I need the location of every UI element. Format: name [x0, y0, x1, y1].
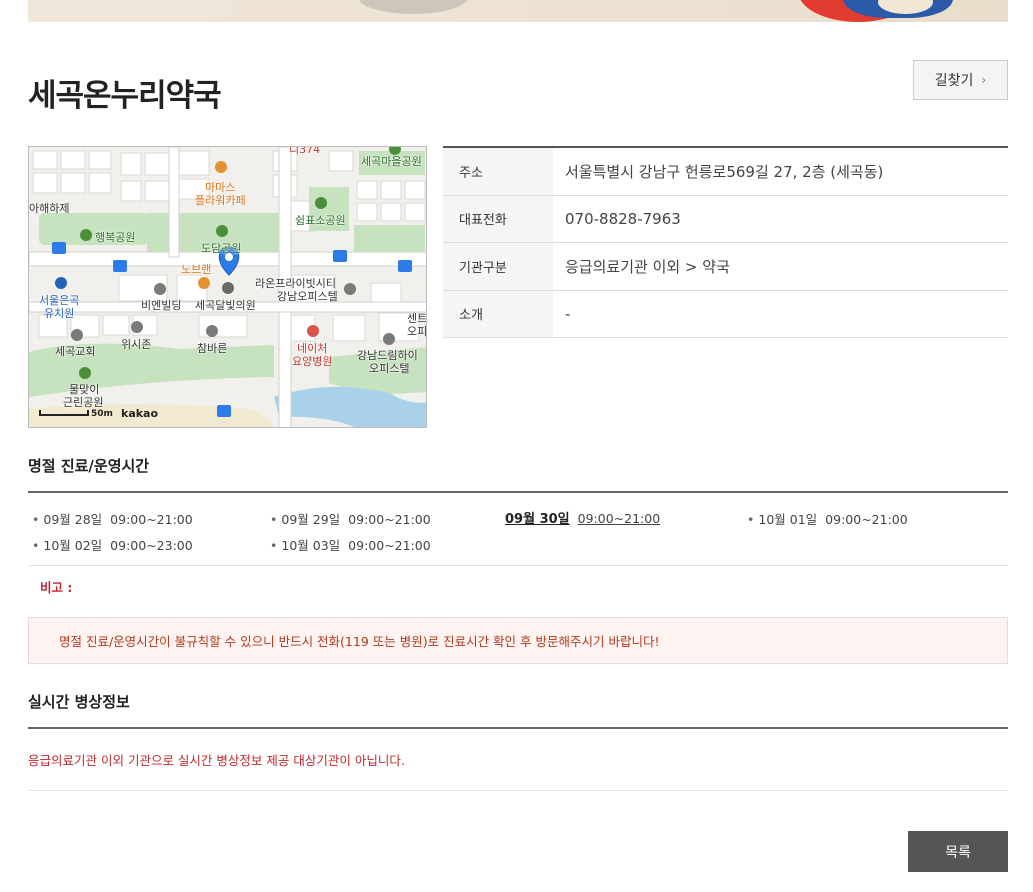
pharmacy-info-table: 주소 서울특별시 강남구 헌릉로569길 27, 2층 (세곡동) 대표전화 0…: [443, 146, 1008, 338]
info-label: 기관구분: [443, 243, 553, 290]
hours-time: 09:00~23:00: [110, 538, 193, 553]
hours-item-today: 09월 30일 09:00~21:00: [505, 508, 660, 527]
map-label: 세곡달빛의원: [195, 299, 256, 312]
hours-item: • 10월 02일 09:00~23:00: [32, 535, 193, 554]
map-label: 요양병원: [292, 355, 333, 368]
map-label: 쉼표소공원: [295, 214, 346, 227]
location-map[interactable]: 디374 세곡마을공원 마마스 플라워카페 아해하제 쉼표소공원 행복공원 도담…: [28, 146, 427, 428]
hours-date: 10월 03일: [281, 538, 341, 553]
map-label: 참바른: [197, 342, 228, 355]
holiday-notice: 명절 진료/운영시간이 불규칙할 수 있으니 반드시 전화(119 또는 병원)…: [28, 617, 1008, 664]
hours-item: • 10월 03일 09:00~21:00: [270, 535, 431, 554]
route-button-label: 길찾기: [934, 73, 974, 89]
top-banner-image: [28, 0, 1008, 22]
hours-date: 09월 30일: [505, 512, 570, 527]
map-scale-bar: [39, 410, 89, 416]
page-title: 세곡온누리약국: [28, 78, 222, 114]
hours-time: 09:00~21:00: [348, 538, 431, 553]
info-row-category: 기관구분 응급의료기관 이외 > 약국: [443, 243, 1008, 291]
hours-item: • 10월 01일 09:00~21:00: [747, 509, 908, 528]
phone-value: 070-8828-7963: [565, 209, 681, 228]
hours-date: 09월 29일: [281, 512, 341, 527]
hours-date: 10월 02일: [43, 538, 103, 553]
bullet-icon: •: [270, 512, 278, 527]
map-label: 근린공원: [63, 396, 104, 409]
list-button[interactable]: 목록: [908, 831, 1008, 872]
map-label: 행복공원: [95, 231, 136, 244]
hours-item: • 09월 28일 09:00~21:00: [32, 509, 193, 528]
row-divider: [28, 565, 1008, 566]
map-label: 아해하제: [29, 202, 70, 215]
hours-date: 09월 28일: [43, 512, 103, 527]
map-label: 세곡마을공원: [361, 155, 422, 168]
category-value: 응급의료기관 이외 > 약국: [565, 257, 730, 276]
bullet-icon: •: [32, 512, 40, 527]
bed-info-message: 응급의료기관 이외 기관으로 실시간 병상정보 제공 대상기관이 아닙니다.: [28, 753, 405, 768]
section-divider: [28, 727, 1008, 729]
row-divider: [28, 790, 1008, 791]
notice-text: 명절 진료/운영시간이 불규칙할 수 있으니 반드시 전화(119 또는 병원)…: [59, 634, 660, 649]
info-row-address: 주소 서울특별시 강남구 헌릉로569길 27, 2층 (세곡동): [443, 148, 1008, 196]
intro-value: -: [565, 304, 571, 323]
hours-item: • 09월 29일 09:00~21:00: [270, 509, 431, 528]
bullet-icon: •: [747, 512, 755, 527]
hours-time: 09:00~21:00: [825, 512, 908, 527]
map-label: 플라워카페: [195, 194, 246, 207]
note-label: 비고 :: [40, 580, 73, 595]
banner-decoration: [358, 0, 468, 14]
map-label: 도담공원: [201, 242, 242, 255]
hours-time: 09:00~21:00: [577, 511, 661, 526]
map-label: 유치원: [44, 307, 75, 320]
map-label: 세곡교회: [55, 345, 96, 358]
map-label: 노브랜: [181, 263, 212, 276]
hours-date: 10월 01일: [758, 512, 818, 527]
info-label: 소개: [443, 290, 553, 337]
hours-time: 09:00~21:00: [348, 512, 431, 527]
map-label: 위시존: [121, 338, 152, 351]
info-row-intro: 소개 -: [443, 290, 1008, 338]
map-label: 오피스텔: [369, 362, 410, 375]
bed-info-title: 실시간 병상정보: [28, 693, 130, 711]
bullet-icon: •: [32, 538, 40, 553]
info-label: 주소: [443, 148, 553, 195]
info-row-phone: 대표전화 070-8828-7963: [443, 195, 1008, 243]
map-scale-label: 50m: [91, 409, 113, 419]
map-label: 오피: [407, 325, 427, 338]
info-label: 대표전화: [443, 195, 553, 242]
bullet-icon: •: [270, 538, 278, 553]
holiday-hours-title: 명절 진료/운영시간: [28, 457, 150, 475]
map-label: 비엔빌딩: [141, 299, 182, 312]
map-label: 디374: [289, 146, 321, 156]
route-button[interactable]: 길찾기 ›: [913, 60, 1008, 100]
chevron-right-icon: ›: [981, 73, 987, 87]
kakao-logo: kakao: [121, 407, 159, 420]
hours-time: 09:00~21:00: [110, 512, 193, 527]
map-label: 강남오피스텔: [277, 290, 338, 303]
section-divider: [28, 491, 1008, 493]
address-value: 서울특별시 강남구 헌릉로569길 27, 2층 (세곡동): [565, 162, 884, 181]
